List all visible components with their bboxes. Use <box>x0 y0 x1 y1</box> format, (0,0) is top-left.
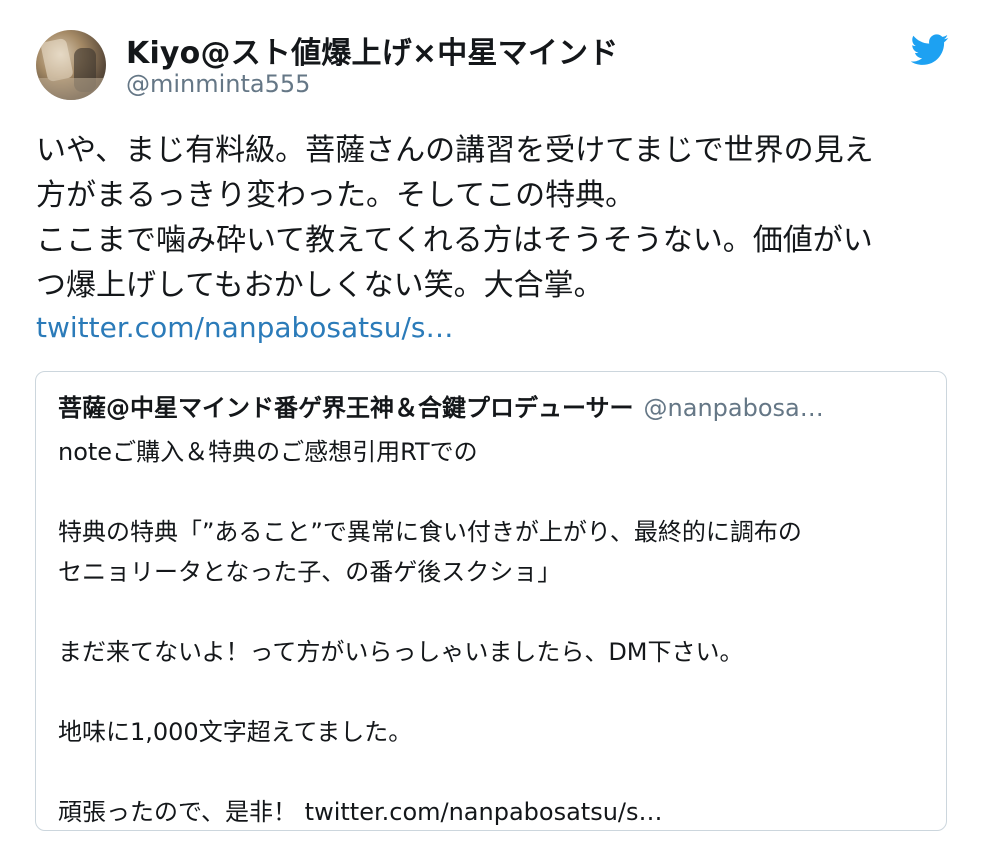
quoted-text-line <box>58 472 928 512</box>
author-display-name[interactable]: Kiyo@スト値爆上げ×中星マインド <box>126 28 618 72</box>
quoted-text-line: 特典の特典「”あること”で異常に食い付きが上がり、最終的に調布の <box>58 518 802 546</box>
tweet-link[interactable]: twitter.com/nanpabosatsu/s… <box>36 308 453 348</box>
quoted-tweet-card[interactable]: 菩薩@中星マインド番ゲ界王神＆合鍵プロデューサー @nanpabosa… note… <box>35 371 947 831</box>
quoted-author-handle[interactable]: @nanpabosa… <box>644 394 824 422</box>
quoted-tweet-header: 菩薩@中星マインド番ゲ界王神＆合鍵プロデューサー @nanpabosa… <box>58 392 928 424</box>
quoted-author-name[interactable]: 菩薩@中星マインド番ゲ界王神＆合鍵プロデューサー <box>58 394 634 422</box>
tweet-text-line: つ爆上げしてもおかしくない笑。大合掌。 <box>36 268 604 303</box>
quoted-text-line <box>58 592 928 632</box>
tweet-text: いや、まじ有料級。菩薩さんの講習を受けてまじで世界の見え 方がまるっきり変わった… <box>36 128 948 308</box>
quoted-text-line <box>58 672 928 712</box>
quoted-text-line: 地味に1,000文字超えてました。 <box>58 718 413 746</box>
embedded-tweet: Kiyo@スト値爆上げ×中星マインド @minminta555 いや、まじ有料級… <box>0 0 984 852</box>
tweet-text-line: いや、まじ有料級。菩薩さんの講習を受けてまじで世界の見え <box>36 133 874 168</box>
avatar[interactable] <box>36 30 106 100</box>
quoted-text-line: セニョリータとなった子、の番ゲ後スクショ」 <box>58 558 562 586</box>
quoted-text-line <box>58 752 928 792</box>
quoted-text-line: まだ来てないよ！って方がいらっしゃいましたら、DM下さい。 <box>58 638 744 666</box>
tweet-text-line: 方がまるっきり変わった。そしてこの特典。 <box>36 178 636 213</box>
quoted-text-line: 頑張ったので、是非！ twitter.com/nanpabosatsu/s… <box>58 798 663 826</box>
quoted-text-line: noteご購入＆特典のご感想引用RTでの <box>58 438 478 466</box>
tweet-text-line: ここまで噛み砕いて教えてくれる方はそうそうない。価値がい <box>36 223 873 258</box>
author-handle[interactable]: @minminta555 <box>126 70 310 98</box>
twitter-bird-icon[interactable] <box>911 34 949 66</box>
quoted-tweet-text: noteご購入＆特典のご感想引用RTでの 特典の特典「”あること”で異常に食い付… <box>58 432 928 832</box>
